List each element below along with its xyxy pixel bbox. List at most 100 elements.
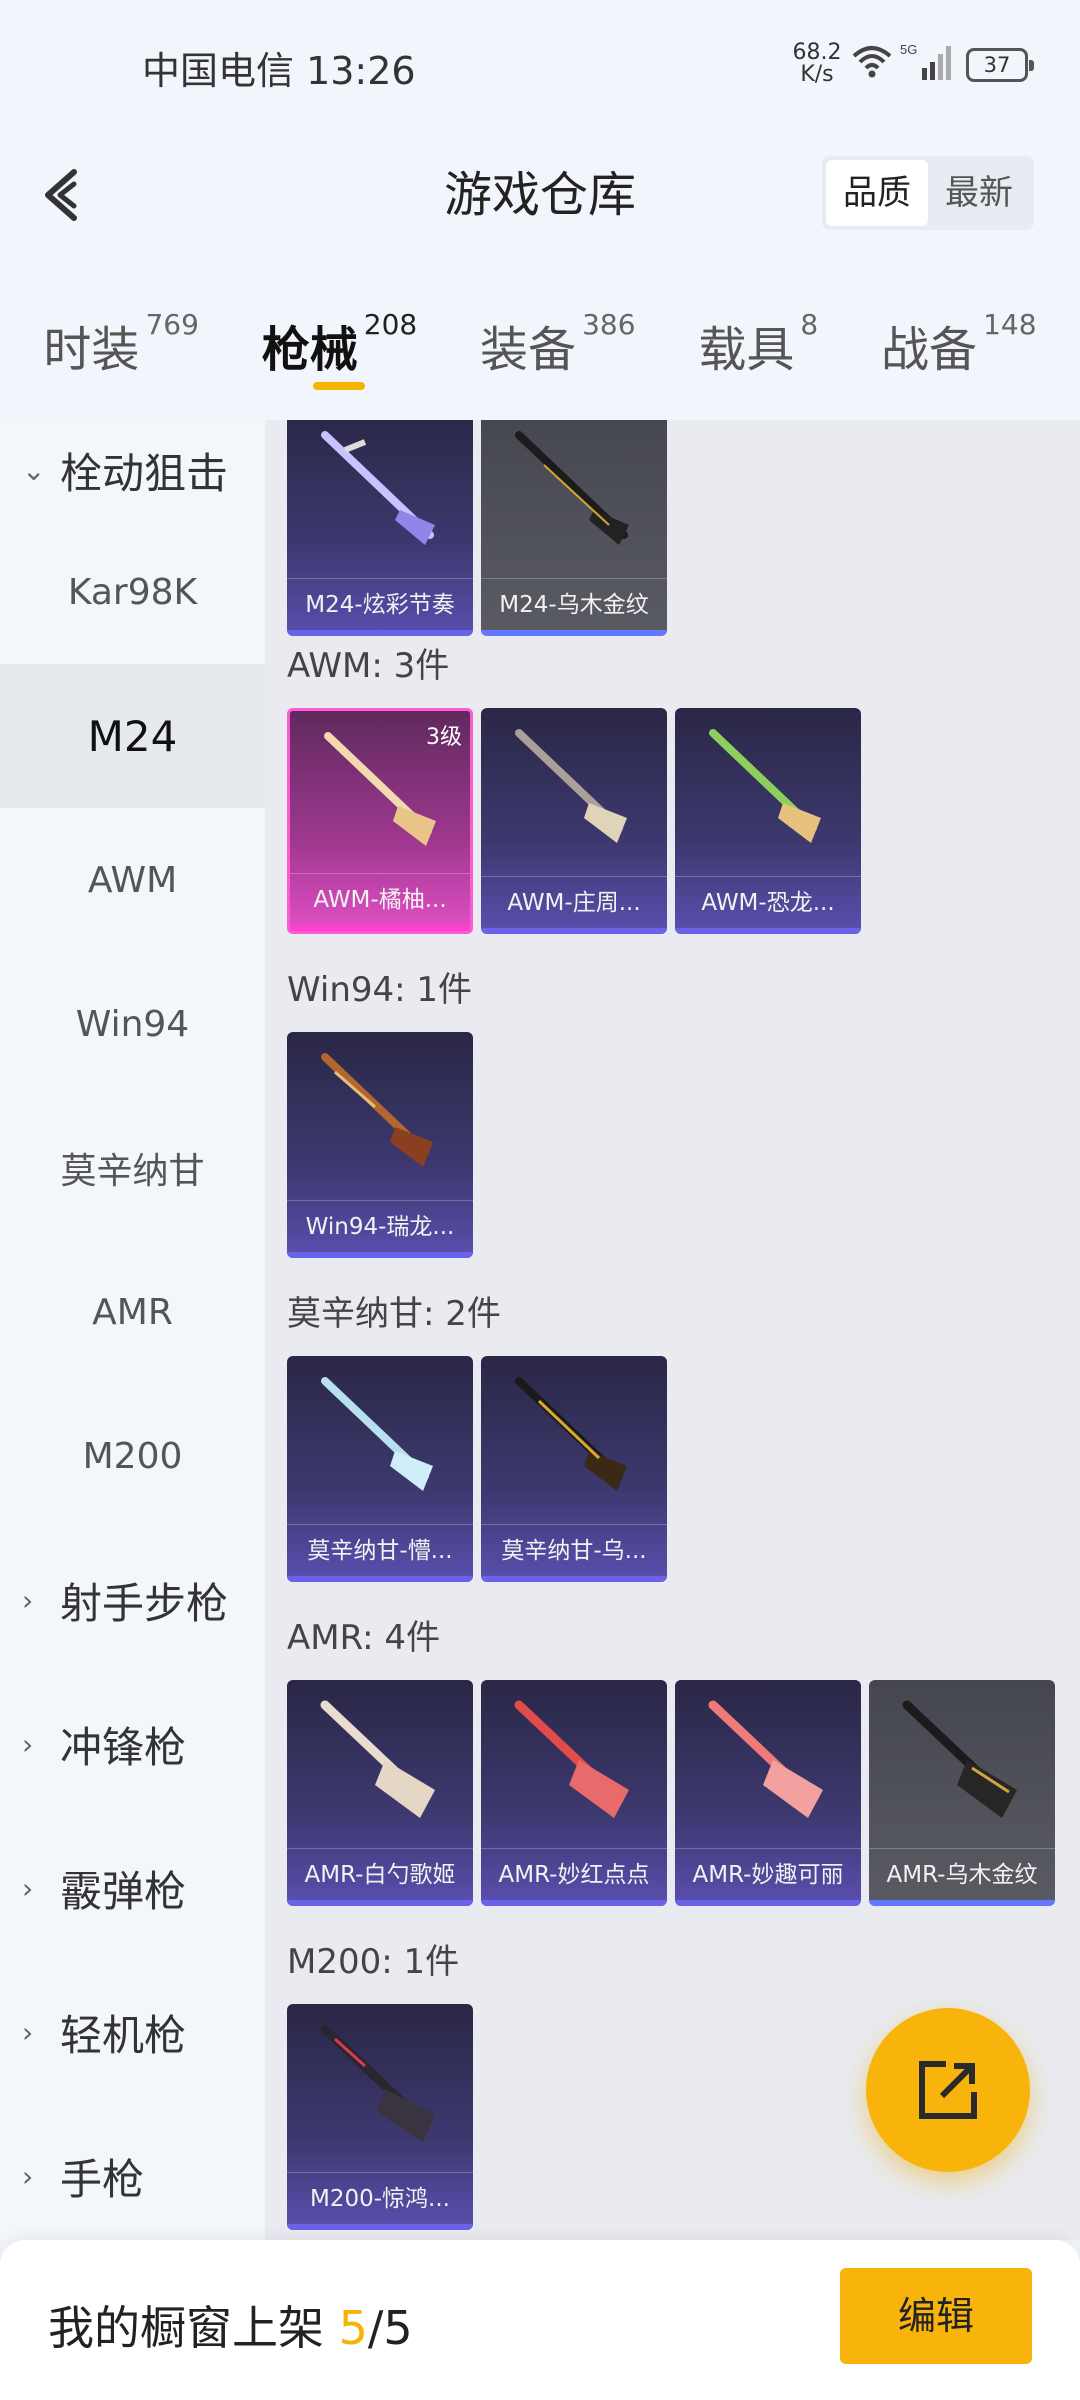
rarity-bar [481,630,667,636]
sidebar-item-amr[interactable]: AMR [0,1240,265,1384]
rifle-icon [321,431,435,545]
bottom-bar: 我的橱窗上架 5/5 编辑 [0,2240,1080,2400]
skin-card[interactable]: M24-乌木金纹 [481,420,667,636]
rarity-bar [481,1576,667,1582]
edit-button[interactable]: 编辑 [840,2268,1032,2364]
sidebar-group-label: 手枪 [60,2154,145,2204]
rarity-bar [287,1252,473,1258]
sidebar-group-lmg[interactable]: › 轻机枪 [0,1960,265,2104]
chevron-down-icon: ⌄ [22,453,46,487]
sidebar-item-label: AMR [92,1291,173,1333]
rarity-bar [290,925,470,931]
sidebar-group-bolt-action[interactable]: ⌄ 栓动狙击 [0,420,265,520]
section-title: Win94: 1件 [287,970,473,1010]
chevron-right-icon: › [22,2015,34,2049]
skin-card[interactable]: AMR-白勺歌姬 [287,1680,473,1906]
tab-supplies[interactable]: 战备 148 [881,290,1036,420]
rifle-icon [320,2024,435,2142]
skin-card[interactable]: M200-惊鸿... [287,2004,473,2230]
network-speed: 68.2 K/s [790,42,844,86]
sidebar-item-win94[interactable]: Win94 [0,952,265,1096]
sidebar-group-label: 栓动狙击 [60,448,229,498]
tab-equipment[interactable]: 装备 386 [480,290,635,420]
sidebar-group-label: 轻机枪 [60,2010,187,2060]
skin-grid: M24-炫彩节奏 M24-乌木金纹 AWM: 3件 3级 AWM-橘柚... A… [265,420,1080,2240]
sidebar-item-m200[interactable]: M200 [0,1384,265,1528]
skin-name: AWM-橘柚... [290,873,470,925]
skin-card[interactable]: AMR-妙趣可丽 [675,1680,861,1906]
rarity-bar [481,1900,667,1906]
rifle-icon [515,1377,627,1491]
rarity-bar [287,630,473,636]
skin-name: AMR-白勺歌姬 [287,1848,473,1900]
skin-name: AWM-恐龙... [675,876,861,928]
sidebar-group-shotgun[interactable]: › 霰弹枪 [0,1816,265,1960]
sidebar-item-label: M24 [87,711,178,761]
sidebar-group-label: 霰弹枪 [60,1866,187,1916]
rarity-bar [287,1576,473,1582]
section-title: AMR: 4件 [287,1618,441,1658]
skin-card[interactable]: AMR-乌木金纹 [869,1680,1055,1906]
sidebar-item-awm[interactable]: AWM [0,808,265,952]
rifle-icon [708,1700,823,1818]
sidebar-group-pistol[interactable]: › 手枪 [0,2104,265,2240]
skin-name: AMR-妙红点点 [481,1848,667,1900]
category-tabs: 时装 769 枪械 208 装备 386 载具 8 战备 148 [0,290,1080,420]
sidebar-group-label: 冲锋枪 [60,1722,187,1772]
sidebar-item-mosin[interactable]: 莫辛纳甘 [0,1096,265,1240]
sidebar-group-dmr[interactable]: › 射手步枪 [0,1528,265,1672]
sidebar-group-label: 射手步枪 [60,1578,229,1628]
skin-name: AMR-乌木金纹 [869,1848,1055,1900]
chevron-right-icon: › [22,1727,34,1761]
skin-card[interactable]: Win94-瑞龙... [287,1032,473,1258]
tab-fashion[interactable]: 时装 769 [43,290,198,420]
share-fab-button[interactable] [866,2008,1030,2172]
skin-name: 莫辛纳甘-乌... [481,1524,667,1576]
skin-card[interactable]: AMR-妙红点点 [481,1680,667,1906]
skin-card[interactable]: 莫辛纳甘-懵... [287,1356,473,1582]
tab-label: 装备 [480,322,577,378]
chevron-right-icon: › [22,2159,34,2193]
tab-guns[interactable]: 枪械 208 [262,290,417,420]
rarity-bar [481,928,667,934]
skin-card[interactable]: 3级 AWM-橘柚... [287,708,473,934]
skin-name: Win94-瑞龙... [287,1200,473,1252]
sidebar-item-m24[interactable]: M24 [0,664,265,808]
sidebar-item-label: Win94 [75,1003,190,1045]
rarity-bar [675,928,861,934]
wifi-icon [852,46,892,78]
skin-name: AMR-妙趣可丽 [675,1848,861,1900]
status-bar: 中国电信 13:26 68.2 K/s 5G 37 [0,0,1080,130]
rarity-bar [287,2224,473,2230]
rarity-bar [287,1900,473,1906]
network-speed-unit: K/s [800,62,834,87]
tab-label: 战备 [881,322,978,378]
sidebar-item-label: AWM [87,859,178,901]
share-icon [919,2061,977,2119]
skin-card[interactable]: 莫辛纳甘-乌... [481,1356,667,1582]
sort-newest-option[interactable]: 最新 [928,160,1030,226]
sort-toggle[interactable]: 品质 最新 [822,156,1034,230]
rifle-icon [320,1700,435,1818]
showcase-total-count: /5 [367,2301,413,2355]
tab-label: 时装 [43,322,140,378]
rifle-icon [515,729,627,843]
skin-name: AWM-庄周... [481,876,667,928]
skin-card[interactable]: AWM-恐龙... [675,708,861,934]
skin-card[interactable]: M24-炫彩节奏 [287,420,473,636]
tab-count: 769 [145,308,199,341]
tab-count: 148 [983,308,1037,341]
weapon-type-sidebar: ⌄ 栓动狙击 Kar98K M24 AWM Win94 莫辛纳甘 AMR M20… [0,420,265,2240]
rifle-icon [514,1700,629,1818]
sidebar-item-label: M200 [82,1435,183,1477]
sort-quality-option[interactable]: 品质 [826,160,928,226]
skin-name: M24-炫彩节奏 [287,578,473,630]
sidebar-item-kar98k[interactable]: Kar98K [0,520,265,664]
skin-card[interactable]: AWM-庄周... [481,708,667,934]
skin-name: M200-惊鸿... [287,2172,473,2224]
tab-vehicles[interactable]: 载具 8 [698,290,818,420]
rarity-bar [869,1900,1055,1906]
section-title: AWM: 3件 [287,646,450,686]
sidebar-group-smg[interactable]: › 冲锋枪 [0,1672,265,1816]
sidebar-item-label: 莫辛纳甘 [60,1151,205,1192]
